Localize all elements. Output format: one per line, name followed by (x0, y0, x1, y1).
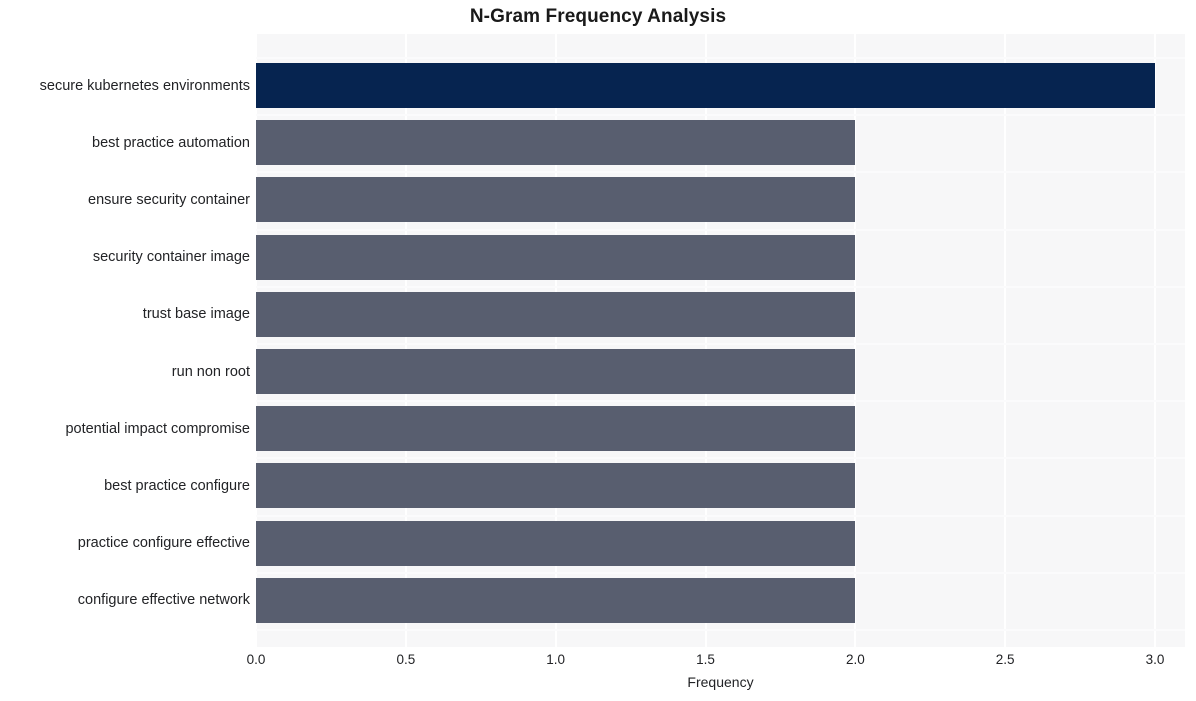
y-axis-tick-label: potential impact compromise (65, 420, 250, 437)
plot-area (256, 34, 1185, 647)
y-axis-tick-label: run non root (171, 363, 250, 380)
y-axis-tick-label: trust base image (142, 306, 250, 323)
y-axis-tick-label: practice configure effective (77, 535, 250, 552)
y-axis-tick-label: best practice automation (92, 134, 250, 151)
x-axis-tick-label: 0.5 (396, 652, 416, 667)
x-gridline (1154, 34, 1157, 647)
bar (256, 406, 856, 452)
chart-figure: N-Gram Frequency Analysis secure kuberne… (0, 0, 1196, 701)
x-gridline (1004, 34, 1007, 647)
x-axis-label: Frequency (687, 674, 754, 690)
y-axis-tick-label: configure effective network (77, 592, 250, 609)
y-gridline (256, 57, 1185, 59)
y-gridline (256, 171, 1185, 174)
x-axis-tick-label: 0.0 (246, 652, 266, 667)
y-gridline (256, 629, 1185, 631)
x-axis-tick-label: 1.5 (696, 652, 715, 667)
x-axis-tick-label: 2.0 (845, 652, 865, 667)
y-axis-tick-labels: secure kubernetes environments best pract… (0, 0, 250, 701)
bar (256, 234, 856, 280)
x-axis-tick-labels: 0.0 0.5 1.0 1.5 2.0 2.5 3.0 (0, 652, 1196, 672)
y-gridline (256, 285, 1185, 288)
y-gridline (256, 571, 1185, 574)
y-axis-tick-label: best practice configure (104, 477, 250, 494)
y-axis-tick-label: secure kubernetes environments (39, 77, 250, 94)
y-gridline (256, 228, 1185, 231)
bar (256, 120, 856, 166)
bar (256, 577, 856, 623)
bar (256, 520, 856, 566)
y-axis-tick-label: ensure security container (88, 191, 250, 208)
x-axis-tick-label: 1.0 (546, 652, 566, 667)
bar (256, 463, 856, 509)
y-gridline (256, 114, 1185, 117)
y-gridline (256, 343, 1185, 345)
bar (256, 291, 856, 337)
x-axis-tick-label: 3.0 (1145, 652, 1165, 667)
y-gridline (256, 457, 1185, 460)
bar (256, 177, 856, 223)
y-gridline (256, 514, 1185, 517)
bar (256, 349, 856, 394)
x-axis-tick-label: 2.5 (995, 652, 1015, 667)
y-gridline (256, 400, 1185, 403)
bar (256, 63, 1156, 108)
y-axis-tick-label: security container image (92, 249, 250, 266)
